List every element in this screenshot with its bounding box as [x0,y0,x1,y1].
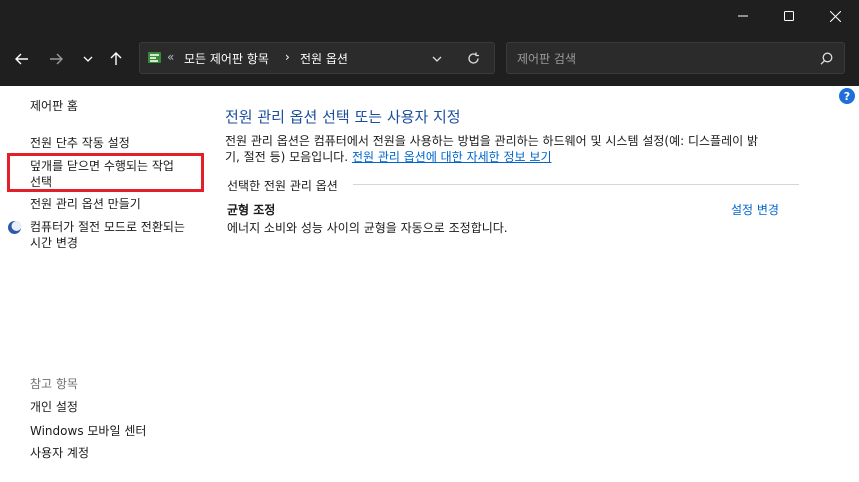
up-button[interactable] [104,47,128,71]
search-box[interactable] [506,42,845,74]
refresh-button[interactable] [461,46,485,70]
shield-moon-icon [8,221,22,234]
maximize-icon [784,11,794,21]
see-also-link-mobility-center[interactable]: Windows 모바일 센터 [30,423,146,439]
page-title: 전원 관리 옵션 선택 또는 사용자 지정 [225,108,461,126]
close-button[interactable] [812,0,858,32]
sidebar: 제어판 홈 전원 단추 작동 설정 덮개를 닫으면 수행되는 작업 선택 전원 … [0,86,205,482]
help-button[interactable]: ? [839,88,855,104]
recent-locations-button[interactable] [76,47,100,71]
address-bar[interactable]: « 모든 제어판 항목 › 전원 옵션 [139,42,495,74]
minimize-button[interactable] [720,0,766,32]
sidebar-link-sleep-time[interactable]: 컴퓨터가 절전 모드로 전환되는 시간 변경 [30,219,195,251]
description-line-1: 전원 관리 옵션은 컴퓨터에서 전원을 사용하는 방법을 관리하는 하드웨어 및… [225,134,759,148]
forward-arrow-icon [50,53,63,65]
search-icon[interactable] [820,52,833,65]
section-title: 선택한 전원 관리 옵션 [227,179,338,193]
breadcrumb-separator[interactable]: › [285,50,290,64]
see-also-title: 참고 항목 [30,377,78,391]
maximize-button[interactable] [766,0,812,32]
page-description: 전원 관리 옵션은 컴퓨터에서 전원을 사용하는 방법을 관리하는 하드웨어 및… [225,133,758,165]
highlight-box [7,153,204,192]
minimize-icon [738,15,748,17]
sidebar-link-create-plan[interactable]: 전원 관리 옵션 만들기 [30,196,141,212]
search-input[interactable] [515,49,809,69]
breadcrumb-overflow[interactable]: « [167,50,174,64]
address-dropdown-icon[interactable] [432,56,442,62]
see-also-link-personalization[interactable]: 개인 설정 [30,399,78,415]
learn-more-link[interactable]: 전원 관리 옵션에 대한 자세한 정보 보기 [352,150,552,164]
title-bar [0,0,859,32]
up-arrow-icon [110,52,122,65]
refresh-icon [467,52,479,64]
control-panel-icon [148,52,161,63]
description-line-2: 기, 절전 등) 모음입니다. 전원 관리 옵션에 대한 자세한 정보 보기 [225,149,758,165]
change-plan-settings-link[interactable]: 설정 변경 [731,201,779,218]
sidebar-home-link[interactable]: 제어판 홈 [30,98,78,114]
see-also-link-user-accounts[interactable]: 사용자 계정 [30,445,89,461]
breadcrumb-item-power-options[interactable]: 전원 옵션 [300,50,348,67]
forward-button[interactable] [44,47,68,71]
back-button[interactable] [10,47,34,71]
content-area: 제어판 홈 전원 단추 작동 설정 덮개를 닫으면 수행되는 작업 선택 전원 … [0,86,859,482]
chevron-down-icon [83,56,93,62]
back-arrow-icon [15,53,28,65]
breadcrumb-item-all-control-panel[interactable]: 모든 제어판 항목 [184,50,269,67]
plan-name: 균형 조정 [227,203,276,217]
sidebar-link-power-buttons[interactable]: 전원 단추 작동 설정 [30,135,130,151]
section-divider [353,184,799,185]
plan-description: 에너지 소비와 성능 사이의 균형을 자동으로 조정합니다. [227,221,508,235]
close-icon [829,10,841,22]
description-text: 기, 절전 등) 모음입니다. [225,150,349,164]
